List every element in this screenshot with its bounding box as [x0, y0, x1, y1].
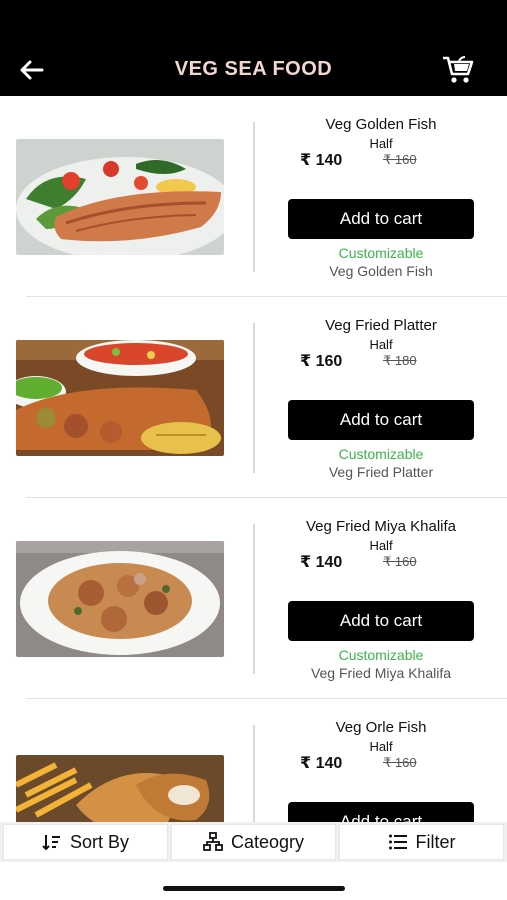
customizable-label[interactable]: Customizable	[265, 647, 497, 663]
divider	[253, 323, 255, 473]
product-image[interactable]	[16, 755, 224, 824]
list-item: Veg Fried Miya Khalifa Half ₹ 140 ₹ 160 …	[0, 498, 507, 699]
add-to-cart-button[interactable]: Add to cart	[288, 601, 474, 641]
product-subtitle: Veg Fried Platter	[328, 464, 434, 480]
page-title: VEG SEA FOOD	[174, 58, 333, 80]
product-size: Half	[369, 337, 393, 352]
filter-button[interactable]: Filter	[339, 824, 504, 860]
cart-icon[interactable]	[441, 52, 475, 86]
product-price: ₹ 140	[300, 755, 343, 772]
product-list[interactable]: Veg Golden Fish Half ₹ 140 ₹ 160 Add to …	[0, 96, 507, 824]
customizable-label[interactable]: Customizable	[265, 245, 497, 261]
product-name: Veg Orle Fish	[335, 719, 427, 736]
product-old-price: ₹ 180	[383, 353, 417, 368]
divider	[253, 122, 255, 272]
divider	[253, 725, 255, 824]
divider	[253, 524, 255, 674]
product-old-price: ₹ 160	[383, 755, 417, 770]
list-item: Veg Fried Platter Half ₹ 160 ₹ 180 Add t…	[0, 297, 507, 498]
sort-by-label: Sort By	[69, 831, 130, 852]
product-price: ₹ 140	[300, 554, 343, 571]
filter-label: Filter	[415, 831, 456, 852]
sort-icon	[42, 835, 60, 851]
product-name: Veg Fried Platter	[325, 317, 437, 334]
home-indicator[interactable]	[163, 886, 345, 891]
add-to-cart-button[interactable]: Add to cart	[288, 400, 474, 440]
list-item: Veg Golden Fish Half ₹ 140 ₹ 160 Add to …	[0, 96, 507, 297]
add-to-cart-button[interactable]: Add to cart	[288, 199, 474, 239]
product-old-price: ₹ 160	[383, 152, 417, 167]
product-subtitle: Veg Golden Fish	[329, 263, 433, 279]
product-image[interactable]	[16, 340, 224, 456]
category-button[interactable]: Cateogry	[171, 824, 336, 860]
product-image[interactable]	[16, 541, 224, 657]
app-header: VEG SEA FOOD	[0, 0, 507, 96]
sort-by-button[interactable]: Sort By	[3, 824, 168, 860]
category-label: Cateogry	[230, 831, 305, 852]
product-name: Veg Fried Miya Khalifa	[305, 518, 457, 535]
product-price: ₹ 160	[300, 353, 343, 370]
filter-list-icon	[388, 834, 407, 850]
add-to-cart-button[interactable]: Add to cart	[288, 802, 474, 824]
category-icon	[203, 832, 223, 851]
product-size: Half	[369, 136, 393, 151]
bottom-action-bar: Sort By Cateogry Filter	[0, 822, 507, 862]
product-image[interactable]	[16, 139, 224, 255]
product-size: Half	[369, 538, 393, 553]
customizable-label[interactable]: Customizable	[265, 446, 497, 462]
product-size: Half	[369, 739, 393, 754]
product-price: ₹ 140	[300, 152, 343, 169]
product-name: Veg Golden Fish	[325, 116, 437, 133]
product-subtitle: Veg Fried Miya Khalifa	[310, 665, 452, 681]
list-item: Veg Orle Fish Half ₹ 140 ₹ 160 Add to ca…	[0, 699, 507, 824]
product-old-price: ₹ 160	[383, 554, 417, 569]
